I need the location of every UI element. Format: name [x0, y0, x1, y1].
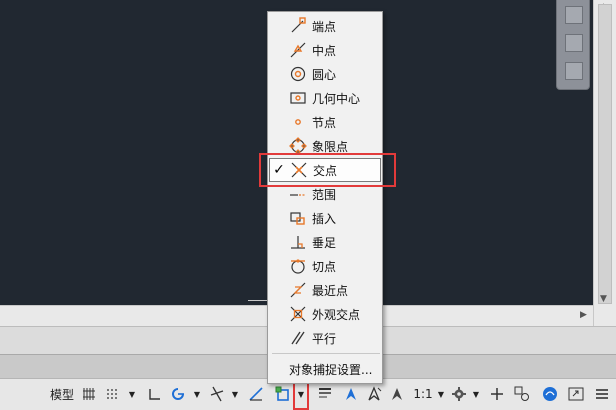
scroll-right-icon[interactable]: ▶	[580, 310, 587, 320]
vertical-scrollbar[interactable]: ▲ ▼	[593, 0, 616, 326]
model-label: 模型	[49, 387, 74, 402]
plus-icon[interactable]	[487, 384, 507, 404]
isodraft-dropdown-icon[interactable]: ▼	[230, 384, 240, 404]
center-icon	[287, 65, 309, 83]
endpoint-icon	[287, 17, 309, 35]
apparent-intersection-icon	[287, 305, 309, 323]
menu-item-parallel[interactable]: 平行	[269, 326, 381, 350]
fullscreen-icon[interactable]	[566, 384, 586, 404]
menu-item-label: 平行	[312, 331, 337, 346]
snap-mode-icon[interactable]	[103, 384, 123, 404]
workspace-dropdown-icon[interactable]: ▼	[471, 384, 481, 404]
menu-item-label: 最近点	[312, 283, 349, 298]
menu-item-label: 插入	[312, 211, 337, 226]
polar-dropdown-icon[interactable]: ▼	[192, 384, 202, 404]
object-snap-dropdown-icon[interactable]: ▼	[296, 384, 306, 404]
extension-icon	[287, 185, 309, 203]
node-icon	[287, 113, 309, 131]
object-snap-icon[interactable]	[273, 384, 293, 404]
menu-item-label: 切点	[312, 259, 337, 274]
workspace-gear-icon[interactable]	[450, 384, 468, 404]
menu-item-apparent-intersection[interactable]: 外观交点	[269, 302, 381, 326]
perpendicular-icon	[287, 233, 309, 251]
menu-item-label: 节点	[312, 115, 337, 130]
customization-menu-icon[interactable]	[592, 384, 612, 404]
isodraft-icon[interactable]	[207, 384, 227, 404]
insertion-icon	[287, 209, 309, 227]
menu-item-label: 象限点	[312, 139, 349, 154]
annotation-scale-button[interactable]: 1:1	[412, 384, 434, 404]
menu-separator	[272, 353, 380, 354]
menu-item-endpoint[interactable]: 端点	[269, 14, 381, 38]
snap-dropdown-icon[interactable]: ▼	[127, 384, 137, 404]
model-space-button[interactable]: 模型	[48, 384, 76, 404]
scale-dropdown-icon[interactable]: ▼	[436, 384, 446, 404]
ortho-icon[interactable]	[145, 384, 163, 404]
grid-icon[interactable]	[80, 384, 98, 404]
menu-item-label: 圆心	[312, 67, 337, 82]
menu-item-label: 中点	[312, 43, 337, 58]
hardware-acceleration-icon[interactable]	[540, 384, 560, 404]
isolate-objects-icon[interactable]	[512, 384, 532, 404]
menu-item-nearest[interactable]: 最近点	[269, 278, 381, 302]
navigation-bar[interactable]	[556, 0, 590, 90]
menu-item-center[interactable]: 圆心	[269, 62, 381, 86]
parallel-icon	[287, 329, 309, 347]
intersection-highlight-box	[259, 153, 396, 187]
lineweight-icon[interactable]	[315, 384, 335, 404]
menu-item-label: 范围	[312, 187, 337, 202]
nearest-icon	[287, 281, 309, 299]
menu-item-midpoint[interactable]: 中点	[269, 38, 381, 62]
showmotion-icon[interactable]	[565, 62, 583, 80]
tangent-icon	[287, 257, 309, 275]
scroll-down-icon[interactable]: ▼	[600, 294, 607, 304]
object-snap-menu: 端点 中点 圆心 几何中心 节点 象限点 ✓ 交点 范围 插入 垂足 切点 最近…	[267, 11, 383, 384]
menu-item-label: 端点	[312, 19, 337, 34]
polar-tracking-icon[interactable]	[168, 384, 188, 404]
menu-item-insertion[interactable]: 插入	[269, 206, 381, 230]
settings-label: 对象捕捉设置...	[289, 362, 373, 377]
midpoint-icon	[287, 41, 309, 59]
object-snap-tracking-icon[interactable]	[246, 384, 266, 404]
annotation-scale-label: 1:1	[413, 387, 433, 401]
vertical-scroll-thumb[interactable]	[598, 4, 612, 304]
annotation-visibility-icon[interactable]	[341, 384, 361, 404]
menu-item-label: 外观交点	[312, 307, 361, 322]
auto-scale-icon[interactable]	[364, 384, 384, 404]
pan-icon[interactable]	[565, 34, 583, 52]
menu-item-label: 垂足	[312, 235, 337, 250]
menu-item-node[interactable]: 节点	[269, 110, 381, 134]
menu-item-tangent[interactable]: 切点	[269, 254, 381, 278]
steering-wheel-icon[interactable]	[565, 6, 583, 24]
menu-item-perpendicular[interactable]: 垂足	[269, 230, 381, 254]
menu-item-geometric-center[interactable]: 几何中心	[269, 86, 381, 110]
object-snap-settings-item[interactable]: 对象捕捉设置...	[269, 357, 381, 381]
geometric-center-icon	[287, 89, 309, 107]
annotation-scale-icon[interactable]	[387, 384, 407, 404]
menu-item-label: 几何中心	[312, 91, 361, 106]
